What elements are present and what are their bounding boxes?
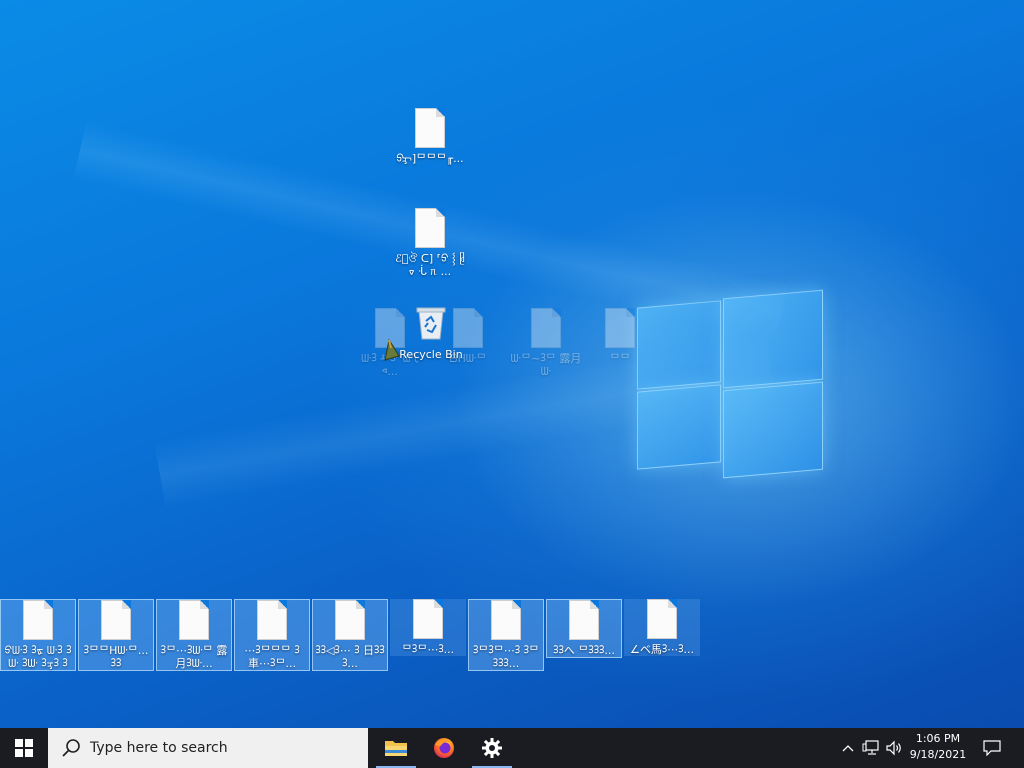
taskbar-clock[interactable]: 1:06 PM 9/18/2021 [900,731,976,763]
notification-icon [983,740,1001,756]
document-icon [335,600,365,640]
file-label: ∠ベ馬ᢃ⋯ᢃ... [630,643,694,656]
document-icon [531,308,561,348]
document-icon [415,108,445,148]
dragging-file-icon: ᄆᄆ [582,308,658,365]
desktop-file-icon[interactable]: ⋯ᢃᄆᄆᄆ ᢃ 車⋯ᢃᄆ... [234,599,310,671]
desktop-file-icon[interactable]: ᢃᄆᢃᄆ⋯ᢃ ᢃᄆᢃᢃᢃ... [468,599,544,671]
desktop-file-icon[interactable]: ᢃᄆ⋯ᢃᣭᄆ 露月ᢃᣭ... [156,599,232,671]
recycle-bin-icon [416,307,446,340]
document-icon [179,600,209,640]
document-icon [257,600,287,640]
document-icon [23,600,53,640]
gear-icon [482,738,502,758]
file-label: ᄆᄆ [609,352,631,365]
file-label: ᢃᄆᄆHᣭᄆ... ᢃᢃ [83,644,149,670]
file-label: ᢃᢃ◁ᢃ⋯ ᢃ 日ᢃᢃᢃ... [315,644,385,670]
document-icon [605,308,635,348]
desktop-file-icon[interactable]: ᄆᢃᄆ⋯ᢃ... [390,599,466,656]
file-label: ᢃᄆ⋯ᢃᣭᄆ 露月ᢃᣭ... [160,644,228,670]
dragging-file-icon: ᣭᄆ~ᢃᄆ 露月ᣭ [508,308,584,378]
taskbar-file-explorer[interactable] [372,728,420,768]
taskbar-search-box[interactable]: Type here to search [48,728,368,768]
folder-icon [385,741,407,756]
desktop-file-icon[interactable]: ∠ベ馬ᢃ⋯ᢃ... [624,599,700,656]
desktop-file-icon[interactable]: ᢃᢃ◁ᢃ⋯ ᢃ 日ᢃᢃᢃ... [312,599,388,671]
recycle-bin-shortcut[interactable]: Recycle Bin [398,305,464,361]
clock-date: 9/18/2021 [909,748,967,761]
desktop-file-icon[interactable]: ᢒᢋ]ᄆᄆᄆ╓... [392,108,468,165]
file-label: ᢃᄆᢃᄆ⋯ᢃ ᢃᄆᢃᢃᢃ... [472,644,540,670]
file-label: ᄆᢃᄆ⋯ᢃ... [401,643,455,656]
drag-cursor-icon [384,338,400,361]
document-icon [101,600,131,640]
file-label: ⋯ᢃᄆᄆᄆ ᢃ 車⋯ᢃᄆ... [244,644,300,670]
file-label: ᢒᣭᢃ ᢃᢘ ᣭᢃ ᢃᣭ ᢃᣭ ᢃᢋᢃ ᢃ [4,644,72,670]
windows-start-icon [15,739,33,757]
network-icon [862,740,879,755]
document-icon [491,600,521,640]
desktop-file-icon[interactable]: ᢃᄆᄆHᣭᄆ... ᢃᢃ [78,599,154,671]
start-button[interactable] [0,728,48,768]
taskbar-firefox[interactable] [420,728,468,768]
desktop-file-icon[interactable]: ᢃᢃへ ᄆᢃᢃᢃ... [546,599,622,658]
document-icon [413,599,443,639]
show-hidden-icons-button[interactable] [838,728,858,768]
desktop[interactable]: ᢒᢋ]ᄆᄆᄆ╓... ℰঁঔ ᑕ] ⸢ᢒ ⸾ ᥪ ᢦ ᒞ ᥰ ... ᣭᢃ ᚈᢃ… [0,0,1024,728]
desktop-file-icon[interactable]: ᢒᣭᢃ ᢃᢘ ᣭᢃ ᢃᣭ ᢃᣭ ᢃᢋᢃ ᢃ [0,599,76,671]
firefox-icon [434,738,454,758]
clock-time: 1:06 PM [915,732,961,745]
network-button[interactable] [860,728,882,768]
taskbar-settings[interactable] [468,728,516,768]
recycle-bin-label: Recycle Bin [399,348,463,361]
taskbar: Type here to search 1:06 PM 9/18/2021 [0,728,1024,768]
file-label: ᢃᢃへ ᄆᢃᢃᢃ... [553,644,615,657]
chevron-up-icon [842,745,854,752]
file-label: ℰঁঔ ᑕ] ⸢ᢒ ⸾ ᥪ ᢦ ᒞ ᥰ ... [395,252,465,278]
search-placeholder: Type here to search [90,740,228,756]
document-icon [415,208,445,248]
search-icon [62,739,80,757]
action-center-button[interactable] [978,728,1006,768]
desktop-file-icon[interactable]: ℰঁঔ ᑕ] ⸢ᢒ ⸾ ᥪ ᢦ ᒞ ᥰ ... [392,208,468,278]
file-label: ᣭᄆ~ᢃᄆ 露月ᣭ [510,352,582,378]
document-icon [647,599,677,639]
file-label: ᢒᢋ]ᄆᄆᄆ╓... [396,152,464,165]
document-icon [569,600,599,640]
windows-logo-wallpaper [637,289,823,479]
